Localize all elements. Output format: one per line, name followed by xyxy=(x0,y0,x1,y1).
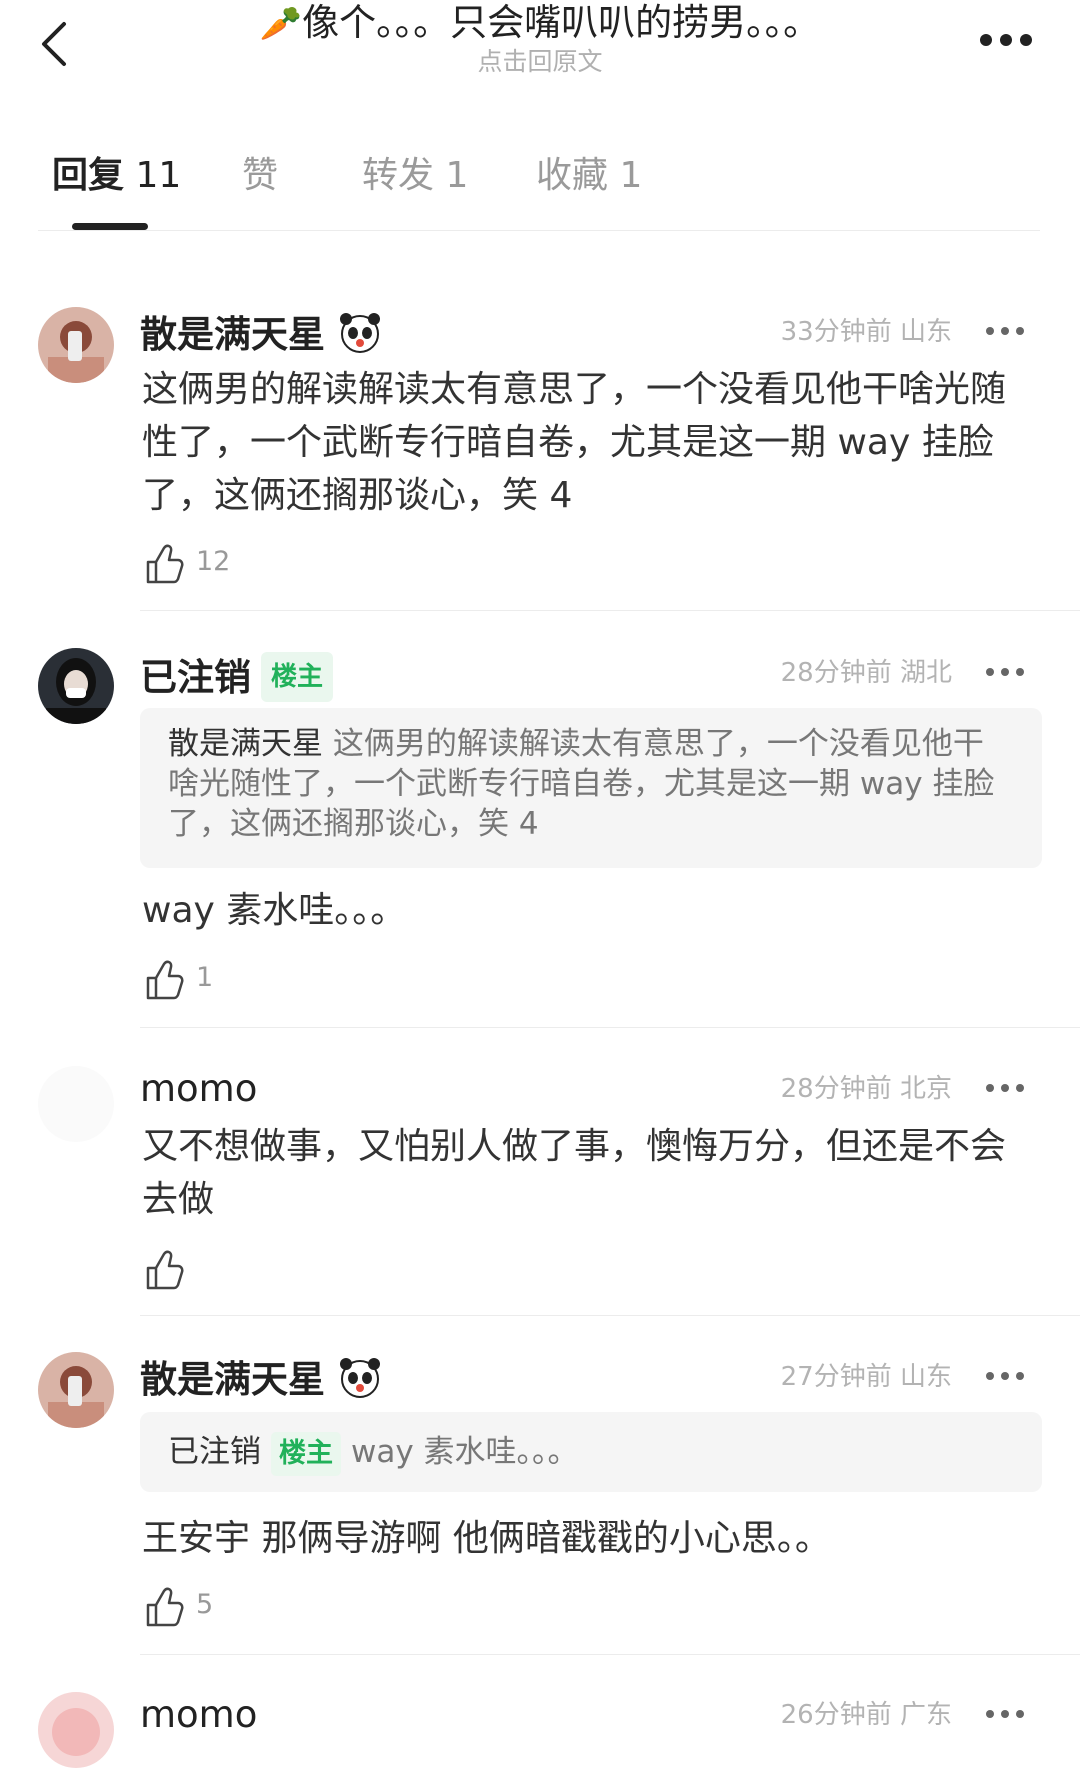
thumbs-up-icon xyxy=(146,544,184,584)
comment-meta: 26分钟前 广东 xyxy=(781,1698,952,1732)
avatar[interactable] xyxy=(38,307,114,383)
more-options-icon[interactable] xyxy=(978,30,1034,50)
comment-text: way 素水哇。。。 xyxy=(142,890,407,931)
username[interactable]: 散是满天星 xyxy=(140,309,383,358)
panda-badge-icon xyxy=(340,313,380,353)
comment-divider xyxy=(140,1027,1080,1028)
comment-meta: 28分钟前 湖北 xyxy=(781,656,952,690)
like-count: 12 xyxy=(196,546,231,577)
comment-divider xyxy=(140,610,1080,611)
comment-time: 33分钟前 xyxy=(780,317,892,347)
thumbs-up-icon xyxy=(146,1587,184,1627)
comment-more-icon[interactable] xyxy=(985,325,1025,337)
comment-more-icon[interactable] xyxy=(985,666,1025,678)
top-bar: 🥕像个。。。只会嘴叭叭的捞男。。。 点击回原文 xyxy=(0,0,1080,100)
comment-location: 山东 xyxy=(899,1362,952,1392)
comment-time: 27分钟前 xyxy=(780,1362,892,1392)
avatar-image xyxy=(38,1692,114,1768)
tab-favorites[interactable]: 收藏 1 xyxy=(536,150,642,202)
comment-text: 又不想做事，又怕别人做了事，懊悔万分，但还是不会去做 xyxy=(142,1126,1007,1220)
avatar-image xyxy=(38,1352,114,1428)
tab-reposts[interactable]: 转发 1 xyxy=(362,150,468,202)
avatar[interactable] xyxy=(38,648,114,724)
post-title-text: 像个。。。只会嘴叭叭的捞男。。。 xyxy=(302,1,821,44)
comment-more-icon[interactable] xyxy=(985,1708,1025,1720)
like-count: 1 xyxy=(196,962,214,993)
comment-meta: 27分钟前 山东 xyxy=(781,1360,952,1394)
post-title[interactable]: 🥕像个。。。只会嘴叭叭的捞男。。。 xyxy=(200,0,880,47)
tabs-divider xyxy=(38,230,1040,231)
tab-bar: 回复 11 赞 转发 1 收藏 1 xyxy=(38,150,1038,230)
comment-text: 王安宇 那俩导游啊 他俩暗戳戳的小心思。。 xyxy=(142,1518,831,1559)
carrot-icon: 🥕 xyxy=(259,4,303,44)
comment-meta: 28分钟前 北京 xyxy=(781,1072,952,1106)
tab-replies[interactable]: 回复 11 xyxy=(52,150,181,202)
owner-badge: 楼主 xyxy=(261,652,334,702)
username[interactable]: 散是满天星 xyxy=(140,1354,383,1403)
username[interactable]: momo xyxy=(140,1066,257,1112)
comment-more-icon[interactable] xyxy=(985,1082,1025,1094)
panda-badge-icon xyxy=(340,1358,380,1398)
avatar-image xyxy=(38,648,114,724)
tab-likes[interactable]: 赞 xyxy=(242,150,278,202)
comment-more-icon[interactable] xyxy=(985,1370,1025,1382)
like-count: 5 xyxy=(196,1589,214,1620)
username[interactable]: 已注销 楼主 xyxy=(140,652,334,702)
thumbs-up-icon xyxy=(146,1250,184,1290)
active-tab-indicator xyxy=(72,223,148,230)
comment-meta: 33分钟前 山东 xyxy=(781,315,952,349)
avatar[interactable] xyxy=(38,1352,114,1428)
quoted-comment[interactable]: 散是满天星 这俩男的解读解读太有意思了，一个没看见他干啥光随性了，一个武断专行暗… xyxy=(140,708,1042,868)
avatar-image xyxy=(38,307,114,383)
avatar[interactable] xyxy=(38,1066,114,1142)
comment-location: 广东 xyxy=(899,1700,952,1730)
comment-divider xyxy=(140,1315,1080,1316)
post-header[interactable]: 🥕像个。。。只会嘴叭叭的捞男。。。 点击回原文 xyxy=(200,0,880,77)
quoted-author: 已注销 xyxy=(168,1434,261,1470)
comment-time: 28分钟前 xyxy=(780,1074,892,1104)
quoted-author: 散是满天星 xyxy=(168,726,323,762)
owner-badge: 楼主 xyxy=(271,1432,341,1476)
comment-time: 28分钟前 xyxy=(780,658,892,688)
username[interactable]: momo xyxy=(140,1692,257,1738)
comment-location: 湖北 xyxy=(899,658,952,688)
comment-location: 北京 xyxy=(899,1074,952,1104)
comment-text: 这俩男的解读解读太有意思了，一个没看见他干啥光随性了，一个武断专行暗自卷，尤其是… xyxy=(142,369,1007,516)
quoted-comment[interactable]: 已注销 楼主 way 素水哇。。。 xyxy=(140,1412,1042,1492)
comment-time: 26分钟前 xyxy=(780,1700,892,1730)
view-original-link[interactable]: 点击回原文 xyxy=(200,47,880,77)
comment-location: 山东 xyxy=(899,317,952,347)
comment-divider xyxy=(140,1654,1080,1655)
avatar[interactable] xyxy=(38,1692,114,1768)
quoted-text: way 素水哇。。。 xyxy=(351,1434,579,1470)
back-arrow-icon[interactable] xyxy=(36,14,76,74)
thumbs-up-icon xyxy=(146,960,184,1000)
